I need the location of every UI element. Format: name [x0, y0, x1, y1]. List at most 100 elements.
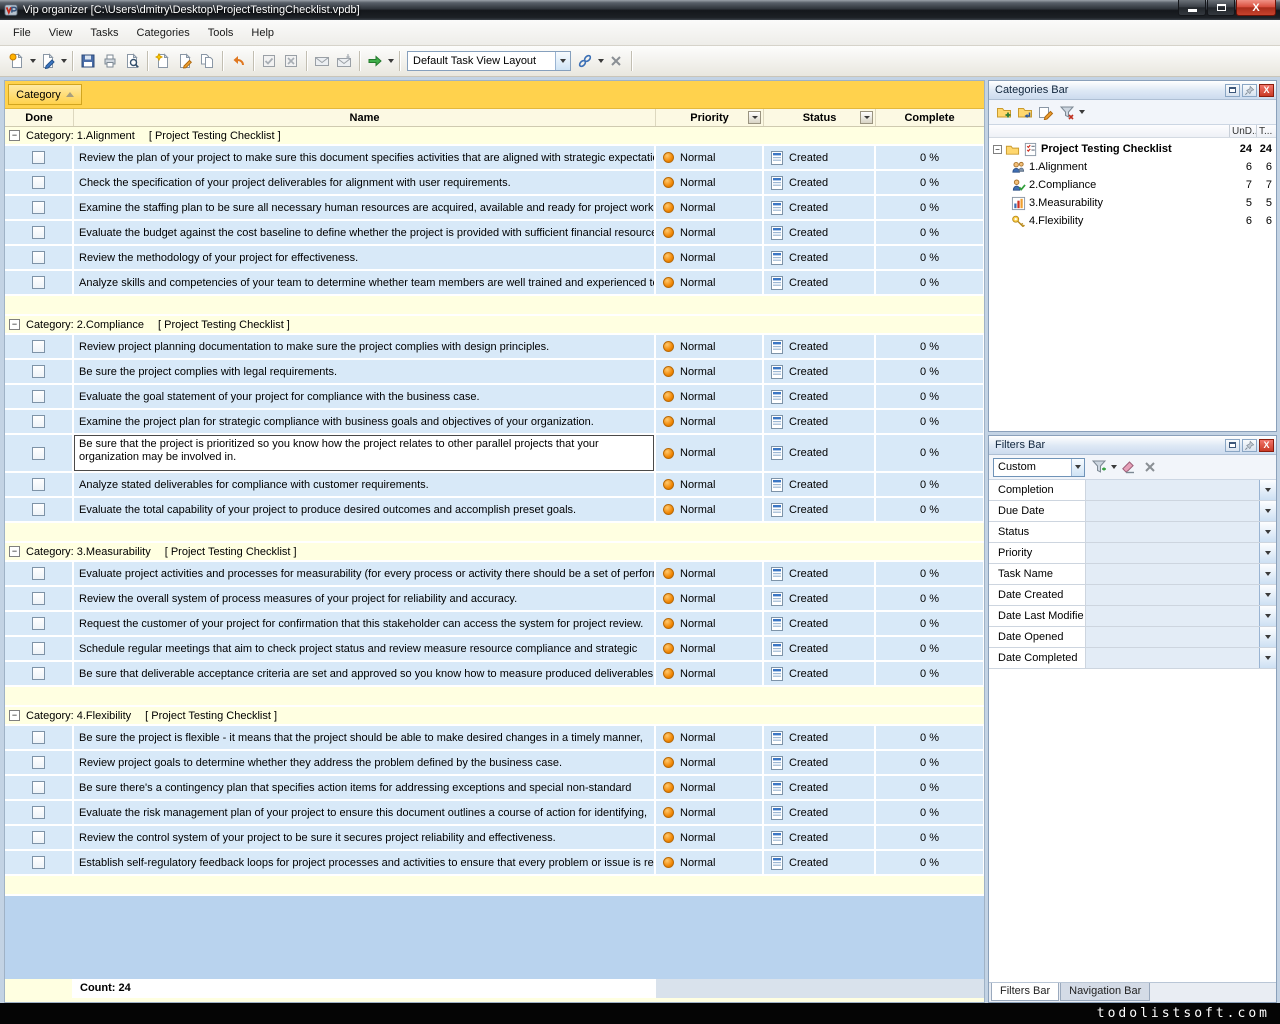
complete-cell[interactable]: 0 %	[876, 385, 983, 408]
new-item-icon[interactable]	[6, 50, 28, 72]
collapse-group-icon[interactable]: −	[9, 130, 20, 141]
filter-preset-dropdown[interactable]	[1071, 459, 1084, 476]
task-name-cell[interactable]: Review the methodology of your project f…	[74, 246, 654, 269]
priority-cell[interactable]: Normal	[656, 360, 762, 383]
tree-root-row[interactable]: −Project Testing Checklist2424	[989, 140, 1276, 158]
priority-cell[interactable]: Normal	[656, 385, 762, 408]
complete-cell[interactable]: 0 %	[876, 221, 983, 244]
filter-field-dropdown[interactable]	[1259, 522, 1276, 542]
filter-field-value[interactable]	[1086, 480, 1276, 500]
filter-field-value[interactable]	[1086, 501, 1276, 521]
incomplete-task-icon[interactable]	[280, 50, 302, 72]
filter-field-value[interactable]	[1086, 585, 1276, 605]
priority-cell[interactable]: Normal	[656, 612, 762, 635]
menu-file[interactable]: File	[4, 23, 40, 43]
complete-cell[interactable]: 0 %	[876, 146, 983, 169]
priority-cell[interactable]: Normal	[656, 246, 762, 269]
status-cell[interactable]: Created	[764, 498, 874, 521]
priority-cell[interactable]: Normal	[656, 562, 762, 585]
complete-cell[interactable]: 0 %	[876, 851, 983, 874]
new-task-icon[interactable]	[152, 50, 174, 72]
filter-field-dropdown[interactable]	[1259, 585, 1276, 605]
status-cell[interactable]: Created	[764, 335, 874, 358]
priority-cell[interactable]: Normal	[656, 776, 762, 799]
status-cell[interactable]: Created	[764, 246, 874, 269]
priority-cell[interactable]: Normal	[656, 801, 762, 824]
filter-field-value[interactable]	[1086, 543, 1276, 563]
filters-bar-titlebar[interactable]: Filters Bar X	[989, 436, 1276, 455]
task-checkbox[interactable]	[32, 731, 45, 744]
complete-cell[interactable]: 0 %	[876, 776, 983, 799]
filter-preset-combo[interactable]: Custom	[993, 458, 1085, 477]
priority-cell[interactable]: Normal	[656, 851, 762, 874]
status-cell[interactable]: Created	[764, 726, 874, 749]
task-name-cell[interactable]: Be sure there's a contingency plan that …	[74, 776, 654, 799]
filter-field-dropdown[interactable]	[1259, 648, 1276, 668]
priority-cell[interactable]: Normal	[656, 335, 762, 358]
filter-field-value[interactable]	[1086, 564, 1276, 584]
status-cell[interactable]: Created	[764, 612, 874, 635]
complete-cell[interactable]: 0 %	[876, 562, 983, 585]
task-name-cell[interactable]: Examine the staffing plan to be sure all…	[74, 196, 654, 219]
complete-cell[interactable]: 0 %	[876, 335, 983, 358]
menu-categories[interactable]: Categories	[128, 23, 199, 43]
task-name-cell[interactable]: Evaluate the budget against the cost bas…	[74, 221, 654, 244]
task-name-cell[interactable]: Review the control system of your projec…	[74, 826, 654, 849]
go-icon[interactable]	[364, 50, 386, 72]
complete-task-icon[interactable]	[258, 50, 280, 72]
dropdown-arrow-icon[interactable]	[1109, 456, 1118, 478]
task-checkbox[interactable]	[32, 340, 45, 353]
filter-field-value[interactable]	[1086, 522, 1276, 542]
status-cell[interactable]: Created	[764, 562, 874, 585]
task-checkbox[interactable]	[32, 415, 45, 428]
filters-bar-close-button[interactable]: X	[1259, 439, 1274, 452]
task-name-cell[interactable]: Be sure the project is flexible - it mea…	[74, 726, 654, 749]
task-name-cell[interactable]: Be sure the project complies with legal …	[74, 360, 654, 383]
dropdown-arrow-icon[interactable]	[1077, 101, 1086, 123]
priority-cell[interactable]: Normal	[656, 435, 762, 471]
filter-field-dropdown[interactable]	[1259, 543, 1276, 563]
tree-column-undone[interactable]: UnD...	[1229, 125, 1256, 137]
priority-cell[interactable]: Normal	[656, 171, 762, 194]
collapse-group-icon[interactable]: −	[9, 710, 20, 721]
tree-category-row[interactable]: 3.Measurability55	[989, 194, 1276, 212]
complete-cell[interactable]: 0 %	[876, 637, 983, 660]
categories-bar-pin-button[interactable]	[1242, 84, 1257, 97]
categories-bar-titlebar[interactable]: Categories Bar X	[989, 81, 1276, 100]
status-cell[interactable]: Created	[764, 473, 874, 496]
tree-category-row[interactable]: 4.Flexibility66	[989, 212, 1276, 230]
task-checkbox[interactable]	[32, 781, 45, 794]
priority-cell[interactable]: Normal	[656, 826, 762, 849]
task-checkbox[interactable]	[32, 567, 45, 580]
status-cell[interactable]: Created	[764, 221, 874, 244]
complete-cell[interactable]: 0 %	[876, 826, 983, 849]
apply-filter-icon[interactable]	[1088, 457, 1109, 478]
receive-mail-icon[interactable]	[333, 50, 355, 72]
priority-cell[interactable]: Normal	[656, 726, 762, 749]
task-name-cell[interactable]: Be sure that the project is prioritized …	[74, 435, 654, 471]
collapse-group-icon[interactable]: −	[9, 546, 20, 557]
task-checkbox[interactable]	[32, 390, 45, 403]
filter-field-dropdown[interactable]	[1259, 564, 1276, 584]
priority-cell[interactable]: Normal	[656, 662, 762, 685]
new-category-icon[interactable]	[993, 102, 1014, 123]
category-group-tab[interactable]: Category	[8, 84, 82, 105]
tree-column-total[interactable]: T...	[1256, 125, 1276, 137]
task-checkbox[interactable]	[32, 756, 45, 769]
task-checkbox[interactable]	[32, 151, 45, 164]
filter-field-dropdown[interactable]	[1259, 501, 1276, 521]
dropdown-arrow-icon[interactable]	[596, 50, 605, 72]
menu-tools[interactable]: Tools	[199, 23, 243, 43]
task-checkbox[interactable]	[32, 201, 45, 214]
tree-category-row[interactable]: 1.Alignment66	[989, 158, 1276, 176]
filter-field-value[interactable]	[1086, 627, 1276, 647]
priority-cell[interactable]: Normal	[656, 751, 762, 774]
complete-cell[interactable]: 0 %	[876, 612, 983, 635]
task-checkbox[interactable]	[32, 592, 45, 605]
print-preview-icon[interactable]	[121, 50, 143, 72]
status-cell[interactable]: Created	[764, 146, 874, 169]
column-header-status[interactable]: Status	[764, 109, 876, 126]
edit-task-icon[interactable]	[174, 50, 196, 72]
complete-cell[interactable]: 0 %	[876, 801, 983, 824]
status-cell[interactable]: Created	[764, 196, 874, 219]
